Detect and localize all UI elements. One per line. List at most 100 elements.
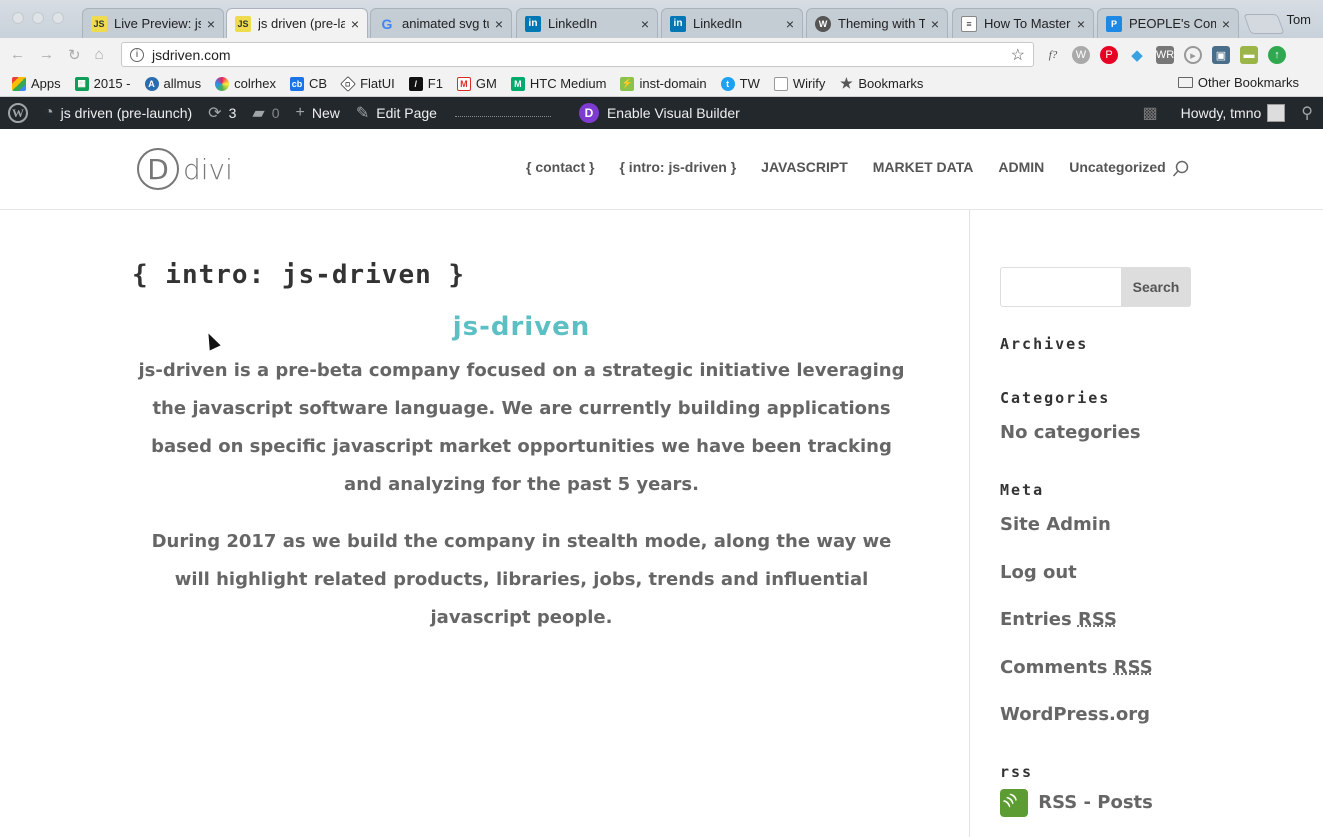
- nav-item-intro[interactable]: { intro: js-driven }: [619, 159, 736, 175]
- info-icon[interactable]: i: [130, 47, 144, 62]
- bookmark-bookmarks[interactable]: ★ Bookmarks: [839, 75, 923, 91]
- meta-heading: Meta: [1000, 481, 1045, 499]
- comments-menu[interactable]: ▰ 0: [244, 97, 287, 129]
- linkedin-favicon-icon: in: [670, 15, 686, 32]
- close-tab-icon[interactable]: ×: [786, 16, 794, 32]
- new-tab-button[interactable]: [1243, 14, 1285, 34]
- search-button[interactable]: Search: [1121, 267, 1191, 307]
- updates-menu[interactable]: ⟳ 3: [200, 97, 244, 129]
- comments-rss-link[interactable]: Comments RSS: [1000, 657, 1153, 678]
- search-icon[interactable]: [1172, 160, 1190, 183]
- comments-count: 0: [271, 105, 280, 121]
- nav-item-market-data[interactable]: MARKET DATA: [873, 159, 974, 175]
- admin-search[interactable]: ⚲: [1293, 97, 1323, 129]
- bookmark-flatui[interactable]: ◇ FlatUI: [340, 75, 395, 92]
- url-input[interactable]: i jsdriven.com ☆: [121, 42, 1034, 67]
- reload-icon[interactable]: ↻: [68, 46, 81, 64]
- search-input[interactable]: [1000, 267, 1121, 307]
- nav-item-javascript[interactable]: JAVASCRIPT: [761, 159, 848, 175]
- play-extension-icon[interactable]: ▸: [1184, 46, 1202, 64]
- bookmark-htc-medium[interactable]: M HTC Medium: [510, 76, 606, 91]
- close-tab-icon[interactable]: ×: [495, 16, 503, 32]
- tab-title: Theming with Tv: [838, 16, 925, 31]
- page-icon: [773, 76, 788, 91]
- wp-logo-menu[interactable]: W: [0, 97, 36, 129]
- nav-item-admin[interactable]: ADMIN: [998, 159, 1044, 175]
- wr-extension-icon[interactable]: WR: [1156, 46, 1174, 64]
- bookmark-cb[interactable]: cb CB: [290, 76, 327, 91]
- close-tab-icon[interactable]: ×: [351, 16, 359, 32]
- visual-builder-label: Enable Visual Builder: [606, 105, 740, 121]
- close-tab-icon[interactable]: ×: [207, 16, 215, 32]
- dashboard-icon: ◔: [44, 104, 54, 121]
- bookmark-star-icon[interactable]: ☆: [1011, 45, 1025, 65]
- font-extension-icon[interactable]: f?: [1044, 46, 1062, 64]
- back-arrow-icon[interactable]: ←: [10, 46, 25, 64]
- bookmark-wirify[interactable]: Wirify: [773, 76, 825, 91]
- site-admin-link[interactable]: Site Admin: [1000, 514, 1111, 535]
- bookmark-f1[interactable]: / F1: [408, 76, 443, 91]
- minimize-window-button[interactable]: [32, 12, 44, 24]
- browser-tab[interactable]: in LinkedIn ×: [516, 8, 658, 38]
- browser-tab-strip: JS Live Preview: js × JS js driven (pre-…: [0, 0, 1323, 38]
- bookmark-label: 2015 -: [93, 76, 131, 91]
- close-window-button[interactable]: [12, 12, 24, 24]
- site-name-menu[interactable]: ◔ js driven (pre-launch): [36, 97, 200, 129]
- p-favicon-icon: P: [1106, 15, 1122, 32]
- close-tab-icon[interactable]: ×: [1222, 16, 1230, 32]
- pinterest-extension-icon[interactable]: P: [1100, 46, 1118, 64]
- bookmark-apps[interactable]: Apps: [12, 76, 61, 91]
- other-bookmarks[interactable]: Other Bookmarks: [1177, 75, 1299, 90]
- wordpress-favicon-icon: W: [815, 15, 831, 32]
- rss-posts-link[interactable]: RSS - Posts: [1000, 789, 1153, 817]
- intro-paragraph: js-driven is a pre-beta company focused …: [138, 360, 905, 495]
- wordpress-extension-icon[interactable]: W: [1072, 46, 1090, 64]
- screenshot-extension-icon[interactable]: ▣: [1212, 46, 1230, 64]
- nav-item-contact[interactable]: { contact }: [526, 159, 594, 175]
- bookmark-gm[interactable]: M GM: [456, 76, 497, 91]
- forward-arrow-icon[interactable]: →: [39, 46, 54, 64]
- notification-menu[interactable]: ▩: [1134, 97, 1172, 129]
- browser-tab[interactable]: in LinkedIn ×: [661, 8, 803, 38]
- updates-icon: ⟳: [208, 105, 222, 122]
- entries-rss-link[interactable]: Entries RSS: [1000, 609, 1117, 630]
- browser-tab[interactable]: P PEOPLE's Comp ×: [1097, 8, 1239, 38]
- close-tab-icon[interactable]: ×: [931, 16, 939, 32]
- browser-tab[interactable]: ≡ How To Master ×: [952, 8, 1094, 38]
- close-tab-icon[interactable]: ×: [1077, 16, 1085, 32]
- user-account-menu[interactable]: Howdy, tmno: [1173, 97, 1294, 129]
- maximize-window-button[interactable]: [52, 12, 64, 24]
- bookmark-tw[interactable]: t TW: [720, 76, 760, 91]
- tab-title: animated svg tu: [402, 16, 489, 31]
- browser-tab-active[interactable]: JS js driven (pre-la ×: [226, 8, 368, 38]
- bookmark-2015[interactable]: ▦ 2015 -: [74, 76, 131, 91]
- categories-heading: Categories: [1000, 389, 1111, 407]
- site-header: D divi { contact } { intro: js-driven } …: [0, 129, 1323, 210]
- wordpress-org-link[interactable]: WordPress.org: [1000, 704, 1150, 725]
- bookmark-label: colrhex: [234, 76, 277, 91]
- diamond-extension-icon[interactable]: ◆: [1128, 46, 1146, 64]
- log-out-link[interactable]: Log out: [1000, 562, 1077, 583]
- bookmark-allmus[interactable]: A allmus: [144, 76, 201, 91]
- main-content: js-driven js-driven is a pre-beta compan…: [132, 312, 911, 656]
- image-extension-icon[interactable]: ▬: [1240, 46, 1258, 64]
- bookmark-inst-domain[interactable]: ⚡ inst-domain: [620, 76, 707, 91]
- new-content-menu[interactable]: + New: [287, 97, 347, 129]
- cb-icon: cb: [290, 76, 305, 91]
- bookmark-colrhex[interactable]: colrhex: [215, 76, 276, 91]
- color-wheel-icon: [215, 76, 230, 91]
- enable-visual-builder-link[interactable]: D Enable Visual Builder: [571, 97, 748, 129]
- edit-page-link[interactable]: ✎ Edit Page: [348, 97, 445, 129]
- close-tab-icon[interactable]: ×: [641, 16, 649, 32]
- home-icon[interactable]: ⌂: [95, 46, 104, 64]
- lightning-icon: ⚡: [620, 76, 635, 91]
- upload-extension-icon[interactable]: ↑: [1268, 46, 1286, 64]
- window-controls[interactable]: [12, 12, 64, 24]
- browser-tab[interactable]: JS Live Preview: js ×: [82, 8, 224, 38]
- profile-name[interactable]: Tom: [1286, 12, 1311, 27]
- browser-tab[interactable]: G animated svg tu ×: [370, 8, 512, 38]
- nav-item-uncategorized[interactable]: Uncategorized: [1069, 159, 1165, 175]
- site-logo[interactable]: D divi: [137, 148, 233, 190]
- browser-tab[interactable]: W Theming with Tv ×: [806, 8, 948, 38]
- logo-text: divi: [183, 152, 233, 186]
